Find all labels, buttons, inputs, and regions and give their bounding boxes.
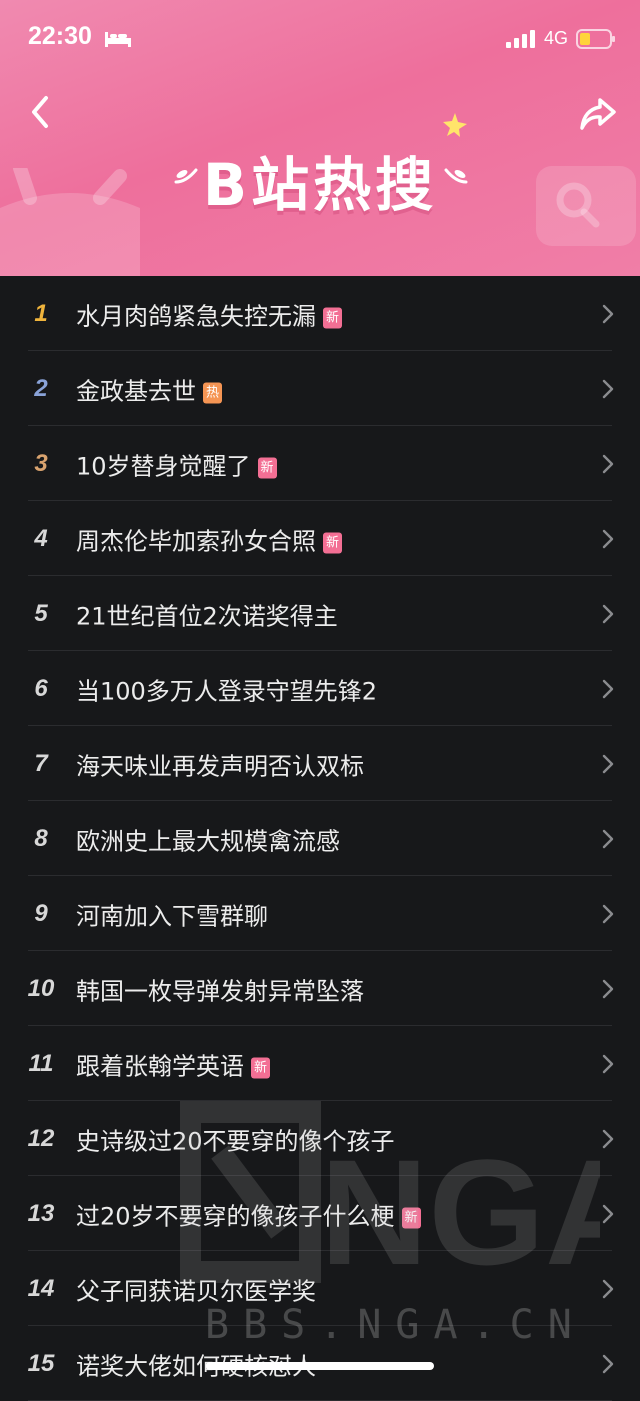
keyword-line: 欧洲史上最大规模禽流感 bbox=[76, 821, 340, 856]
hot-search-item[interactable]: 4 周杰伦毕加索孙女合照新 bbox=[0, 501, 640, 576]
keyword-line: 当100多万人登录守望先锋2 bbox=[76, 671, 377, 706]
rank-number: 5 bbox=[34, 599, 48, 627]
keyword-line: 周杰伦毕加索孙女合照新 bbox=[76, 521, 343, 556]
rank-number: 11 bbox=[28, 1049, 54, 1077]
rank-number: 6 bbox=[34, 674, 48, 702]
keyword-text: 河南加入下雪群聊 bbox=[76, 902, 268, 930]
keyword-line: 史诗级过20不要穿的像个孩子 bbox=[76, 1121, 395, 1156]
status-badge: 新 bbox=[257, 457, 277, 478]
hot-search-item[interactable]: 1 水月肉鸽紧急失控无漏新 bbox=[0, 276, 640, 351]
status-badge: 新 bbox=[401, 1207, 421, 1228]
rank-number: 13 bbox=[27, 1199, 55, 1227]
rank-number: 7 bbox=[34, 749, 48, 777]
chevron-right-icon bbox=[602, 979, 614, 998]
hot-search-item[interactable]: 14 父子同获诺贝尔医学奖 bbox=[0, 1251, 640, 1326]
keyword-text: 韩国一枚导弹发射异常坠落 bbox=[76, 977, 364, 1005]
keyword-line: 父子同获诺贝尔医学奖 bbox=[76, 1271, 316, 1306]
keyword-text: 周杰伦毕加索孙女合照 bbox=[76, 527, 316, 555]
chevron-right-icon bbox=[602, 1054, 614, 1073]
keyword-line: 河南加入下雪群聊 bbox=[76, 896, 268, 931]
status-badge: 新 bbox=[251, 1057, 271, 1078]
rank-number: 1 bbox=[34, 299, 48, 327]
hot-search-item[interactable]: 3 10岁替身觉醒了新 bbox=[0, 426, 640, 501]
keyword-line: 21世纪首位2次诺奖得主 bbox=[76, 596, 338, 631]
keyword-text: 21世纪首位2次诺奖得主 bbox=[76, 602, 338, 630]
hot-search-item[interactable]: 13 过20岁不要穿的像孩子什么梗新 bbox=[0, 1176, 640, 1251]
keyword-text: 金政基去世 bbox=[76, 377, 196, 405]
back-icon[interactable] bbox=[24, 92, 58, 132]
status-time: 22:30 bbox=[28, 22, 92, 50]
chevron-right-icon bbox=[602, 1129, 614, 1148]
keyword-text: 跟着张翰学英语 bbox=[76, 1052, 244, 1080]
status-badge: 新 bbox=[323, 532, 343, 553]
keyword-line: 韩国一枚导弹发射异常坠落 bbox=[76, 971, 364, 1006]
status-badge: 热 bbox=[203, 382, 223, 403]
rank-number: 2 bbox=[34, 374, 48, 402]
battery-icon bbox=[576, 28, 615, 49]
keyword-text: 10岁替身觉醒了 bbox=[76, 452, 251, 480]
bed-icon bbox=[105, 32, 131, 47]
hot-search-item[interactable]: 10 韩国一枚导弹发射异常坠落 bbox=[0, 951, 640, 1026]
keyword-text: 水月肉鸽紧急失控无漏 bbox=[76, 302, 316, 330]
keyword-line: 跟着张翰学英语新 bbox=[76, 1046, 271, 1081]
rank-number: 9 bbox=[34, 899, 48, 927]
hot-search-item[interactable]: 9 河南加入下雪群聊 bbox=[0, 876, 640, 951]
keyword-line: 过20岁不要穿的像孩子什么梗新 bbox=[76, 1196, 421, 1231]
chevron-right-icon bbox=[602, 304, 614, 323]
hot-search-item[interactable]: 11 跟着张翰学英语新 bbox=[0, 1026, 640, 1101]
keyword-text: 欧洲史上最大规模禽流感 bbox=[76, 827, 340, 855]
chevron-right-icon bbox=[602, 529, 614, 548]
keyword-text: 史诗级过20不要穿的像个孩子 bbox=[76, 1127, 395, 1155]
rank-number: 8 bbox=[34, 824, 48, 852]
keyword-line: 水月肉鸽紧急失控无漏新 bbox=[76, 296, 343, 331]
hot-search-item[interactable]: 8 欧洲史上最大规模禽流感 bbox=[0, 801, 640, 876]
chevron-right-icon bbox=[602, 1279, 614, 1298]
hot-search-item[interactable]: 6 当100多万人登录守望先锋2 bbox=[0, 651, 640, 726]
chevron-right-icon bbox=[602, 754, 614, 773]
network-label: 4G bbox=[543, 28, 568, 48]
hot-search-item[interactable]: 2 金政基去世热 bbox=[0, 351, 640, 426]
chevron-right-icon bbox=[602, 679, 614, 698]
home-indicator[interactable] bbox=[206, 1362, 434, 1370]
rank-number: 10 bbox=[27, 974, 55, 1002]
status-indicators: 4G bbox=[505, 28, 616, 49]
chevron-right-icon bbox=[602, 904, 614, 923]
header-banner: 22:30 4G B站热搜 bbox=[0, 0, 640, 276]
keyword-text: 父子同获诺贝尔医学奖 bbox=[76, 1277, 316, 1305]
chevron-right-icon bbox=[602, 379, 614, 398]
rank-number: 14 bbox=[27, 1274, 55, 1302]
keyword-line: 10岁替身觉醒了新 bbox=[76, 446, 277, 481]
rank-number: 12 bbox=[27, 1124, 55, 1152]
rank-number: 4 bbox=[34, 524, 48, 552]
keyword-line: 海天味业再发声明否认双标 bbox=[76, 746, 364, 781]
chevron-right-icon bbox=[602, 604, 614, 623]
keyword-line: 金政基去世热 bbox=[76, 371, 223, 406]
hot-search-item[interactable]: 12 史诗级过20不要穿的像个孩子 bbox=[0, 1101, 640, 1176]
keyword-text: 过20岁不要穿的像孩子什么梗 bbox=[76, 1202, 395, 1230]
keyword-text: 当100多万人登录守望先锋2 bbox=[76, 677, 378, 705]
hot-search-list: 1 水月肉鸽紧急失控无漏新 2 金政基去世热 3 10岁替身觉醒了新 4 周杰伦… bbox=[0, 276, 640, 1401]
signal-icon bbox=[505, 29, 535, 48]
chevron-right-icon bbox=[602, 829, 614, 848]
rank-number: 15 bbox=[27, 1349, 55, 1377]
rank-number: 3 bbox=[34, 449, 48, 477]
hot-search-item[interactable]: 5 21世纪首位2次诺奖得主 bbox=[0, 576, 640, 651]
page-title: B站热搜 bbox=[202, 151, 438, 219]
chevron-right-icon bbox=[602, 1204, 614, 1223]
status-bar: 22:30 4G bbox=[0, 0, 640, 80]
star-icon bbox=[443, 113, 467, 137]
share-icon[interactable] bbox=[578, 94, 618, 134]
hot-search-item[interactable]: 7 海天味业再发声明否认双标 bbox=[0, 726, 640, 801]
chevron-right-icon bbox=[602, 454, 614, 473]
chevron-right-icon bbox=[602, 1354, 614, 1373]
status-badge: 新 bbox=[323, 307, 343, 328]
keyword-text: 海天味业再发声明否认双标 bbox=[76, 752, 364, 780]
